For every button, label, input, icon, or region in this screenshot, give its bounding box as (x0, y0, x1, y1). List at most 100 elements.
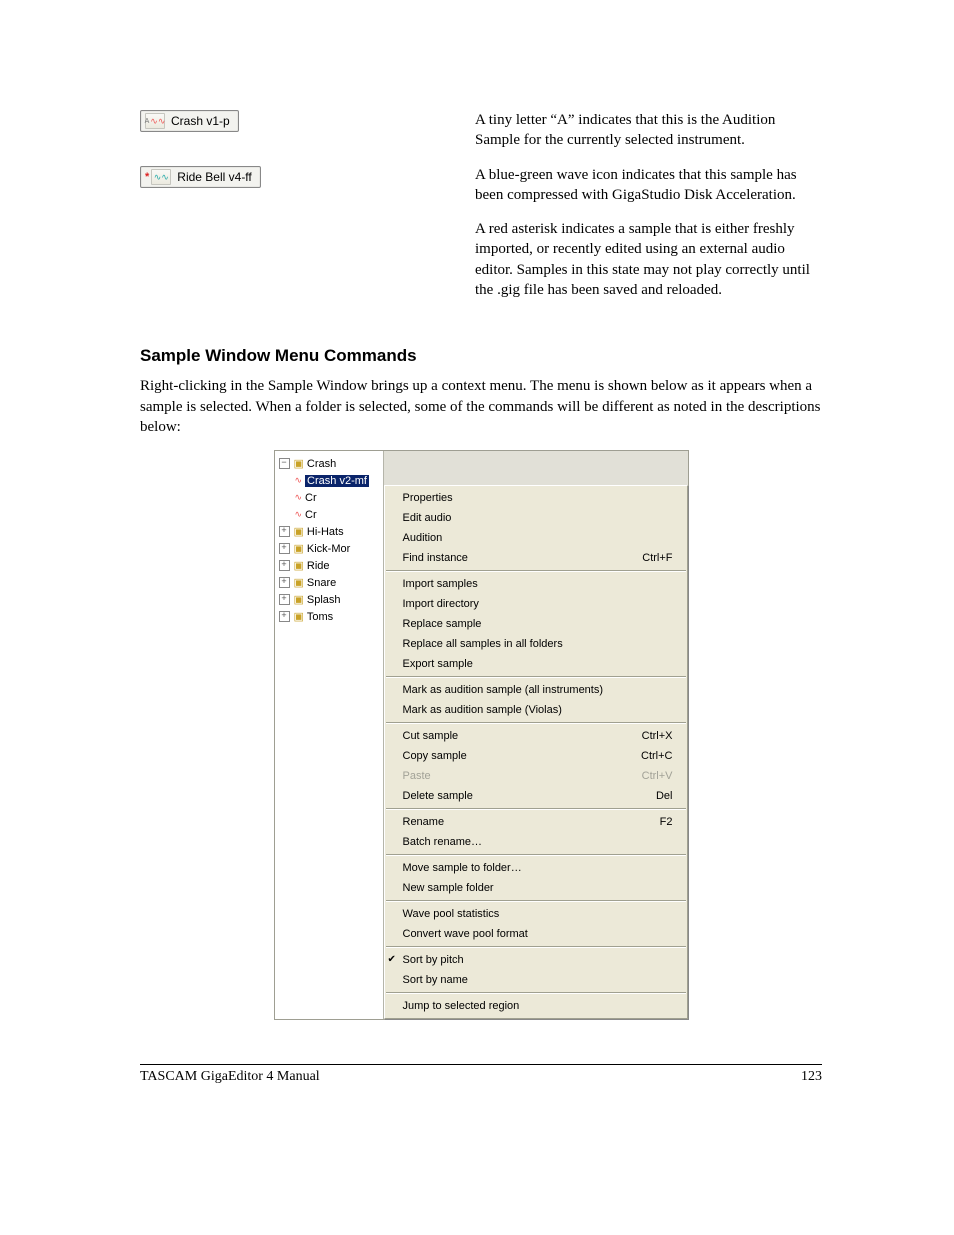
folder-icon: ▣ (294, 576, 304, 589)
folder-icon: ▣ (294, 542, 304, 555)
wave-glyph: ∿∿ (150, 117, 165, 126)
menu-item[interactable]: Mark as audition sample (all instruments… (385, 680, 687, 700)
tree-item[interactable]: ∿ Cr (277, 489, 381, 506)
menu-separator (386, 808, 686, 810)
sample-chip-label: Ride Bell v4-ff (177, 170, 251, 184)
menu-item-label: Sort by name (403, 972, 673, 988)
collapse-icon[interactable]: − (279, 458, 290, 469)
menu-item[interactable]: Move sample to folder… (385, 858, 687, 878)
tree-label: Ride (307, 560, 330, 572)
expand-icon[interactable]: + (279, 611, 290, 622)
tree-item[interactable]: ∿ Crash v2-mf (277, 472, 381, 489)
tree-label: Toms (307, 611, 333, 623)
wave-icon: ∿∿ (151, 169, 171, 185)
tree-label: Cr (305, 509, 317, 521)
tree-label: Hi-Hats (307, 526, 344, 538)
tree-folder[interactable]: − ▣ Crash (277, 455, 381, 472)
menu-item[interactable]: Import directory (385, 594, 687, 614)
menu-separator (386, 946, 686, 948)
menu-item-shortcut: Del (656, 788, 673, 804)
folder-icon: ▣ (294, 525, 304, 538)
body-text: A blue-green wave icon indicates that th… (475, 165, 822, 206)
audition-badge-letter: A (145, 118, 150, 125)
tree-folder[interactable]: + ▣Hi-Hats (277, 523, 381, 540)
sample-chip-audition: A∿∿ Crash v1-p (140, 110, 239, 132)
menu-separator (386, 570, 686, 572)
menu-item[interactable]: RenameF2 (385, 812, 687, 832)
menu-item-shortcut: F2 (660, 814, 673, 830)
menu-item[interactable]: Wave pool statistics (385, 904, 687, 924)
expand-icon[interactable]: + (279, 577, 290, 588)
wave-glyph: ∿∿ (154, 173, 169, 182)
menu-item-label: Audition (403, 530, 673, 546)
wave-icon: A∿∿ (145, 113, 165, 129)
menu-item[interactable]: Sort by name (385, 970, 687, 990)
tree-label: Splash (307, 594, 341, 606)
expand-icon[interactable]: + (279, 526, 290, 537)
menu-item-label: Mark as audition sample (all instruments… (403, 682, 673, 698)
menu-item-label: Jump to selected region (403, 998, 673, 1014)
menu-item[interactable]: ✔Sort by pitch (385, 950, 687, 970)
tree-view[interactable]: − ▣ Crash ∿ Crash v2-mf ∿ Cr ∿ Cr +▣Hi-H… (275, 451, 384, 1019)
footer-title: TASCAM GigaEditor 4 Manual (140, 1069, 320, 1085)
wave-icon: ∿ (295, 475, 303, 486)
body-text: A red asterisk indicates a sample that i… (475, 219, 822, 300)
tree-folder[interactable]: +▣Toms (277, 608, 381, 625)
menu-item-label: Copy sample (403, 748, 642, 764)
menu-item-label: Paste (403, 768, 642, 784)
menu-item-label: Cut sample (403, 728, 642, 744)
menu-item-label: Import samples (403, 576, 673, 592)
tree-folder[interactable]: +▣Kick-Mor (277, 540, 381, 557)
menu-item-label: Replace sample (403, 616, 673, 632)
tree-folder[interactable]: + ▣Splash (277, 591, 381, 608)
menu-item[interactable]: Delete sampleDel (385, 786, 687, 806)
wave-icon: ∿ (295, 509, 303, 520)
body-text: Right-clicking in the Sample Window brin… (140, 376, 822, 438)
menu-item-label: Edit audio (403, 510, 673, 526)
menu-item[interactable]: Export sample (385, 654, 687, 674)
menu-item[interactable]: Edit audio (385, 508, 687, 528)
menu-item-shortcut: Ctrl+X (642, 728, 673, 744)
tree-item[interactable]: ∿ Cr (277, 506, 381, 523)
tree-label-selected: Crash v2-mf (305, 475, 369, 487)
menu-item-label: Properties (403, 490, 673, 506)
section-heading: Sample Window Menu Commands (140, 346, 822, 366)
menu-item[interactable]: New sample folder (385, 878, 687, 898)
asterisk-icon: * (145, 171, 149, 183)
menu-item[interactable]: Mark as audition sample (Violas) (385, 700, 687, 720)
menu-item[interactable]: Copy sampleCtrl+C (385, 746, 687, 766)
wave-icon: ∿ (295, 492, 303, 503)
tree-folder[interactable]: + ▣Snare (277, 574, 381, 591)
menu-item-label: Find instance (403, 550, 643, 566)
menu-separator (386, 676, 686, 678)
folder-icon: ▣ (294, 457, 304, 470)
expand-icon[interactable]: + (279, 543, 290, 554)
folder-icon: ▣ (294, 593, 304, 606)
expand-icon[interactable]: + (279, 560, 290, 571)
menu-item[interactable]: Cut sampleCtrl+X (385, 726, 687, 746)
menu-separator (386, 854, 686, 856)
menu-item[interactable]: Find instanceCtrl+F (385, 548, 687, 568)
body-text: A tiny letter “A” indicates that this is… (475, 110, 822, 151)
menu-item[interactable]: Batch rename… (385, 832, 687, 852)
menu-item[interactable]: Convert wave pool format (385, 924, 687, 944)
menu-item-label: Delete sample (403, 788, 656, 804)
menu-item-label: Export sample (403, 656, 673, 672)
menu-item[interactable]: Import samples (385, 574, 687, 594)
menu-item[interactable]: Replace sample (385, 614, 687, 634)
menu-item-shortcut: Ctrl+F (642, 550, 672, 566)
tree-folder[interactable]: +▣Ride (277, 557, 381, 574)
menu-item-label: New sample folder (403, 880, 673, 896)
menu-item[interactable]: Replace all samples in all folders (385, 634, 687, 654)
menu-item-shortcut: Ctrl+C (641, 748, 672, 764)
tree-label: Crash (307, 458, 336, 470)
menu-item-label: Mark as audition sample (Violas) (403, 702, 673, 718)
expand-icon[interactable]: + (279, 594, 290, 605)
check-icon: ✔ (388, 952, 396, 968)
tree-label: Snare (307, 577, 336, 589)
menu-item[interactable]: Properties (385, 488, 687, 508)
menu-item-label: Batch rename… (403, 834, 673, 850)
menu-separator (386, 722, 686, 724)
menu-item[interactable]: Jump to selected region (385, 996, 687, 1016)
menu-item[interactable]: Audition (385, 528, 687, 548)
